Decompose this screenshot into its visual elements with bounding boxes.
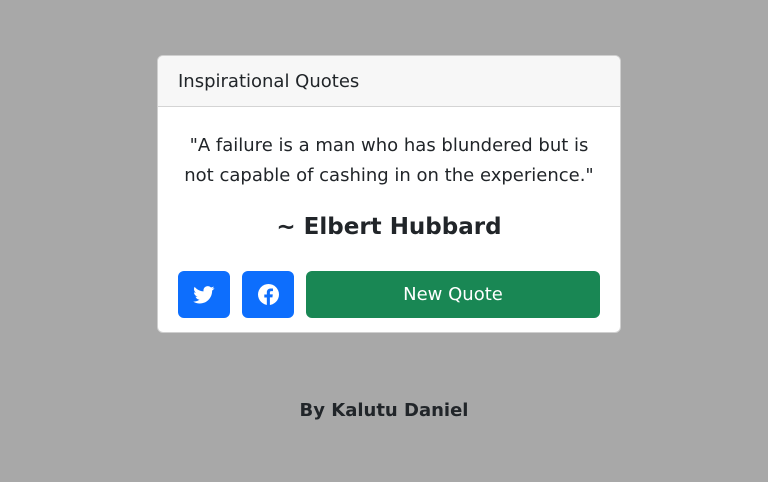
page: Inspirational Quotes "A failure is a man… bbox=[0, 0, 768, 482]
card-header: Inspirational Quotes bbox=[158, 56, 620, 107]
share-facebook-button[interactable] bbox=[242, 271, 294, 318]
tweet-quote-button[interactable] bbox=[178, 271, 230, 318]
twitter-icon bbox=[193, 285, 215, 304]
action-bar: New Quote bbox=[178, 271, 600, 318]
quote-author: ~ Elbert Hubbard bbox=[276, 214, 502, 240]
new-quote-button[interactable]: New Quote bbox=[306, 271, 600, 318]
quote-card: Inspirational Quotes "A failure is a man… bbox=[157, 55, 621, 333]
author-credit: By Kalutu Daniel bbox=[299, 400, 469, 421]
card-title: Inspirational Quotes bbox=[178, 70, 360, 92]
facebook-icon bbox=[257, 284, 279, 305]
card-body: "A failure is a man who has blundered bu… bbox=[158, 131, 620, 318]
quote-text: "A failure is a man who has blundered bu… bbox=[184, 135, 594, 186]
